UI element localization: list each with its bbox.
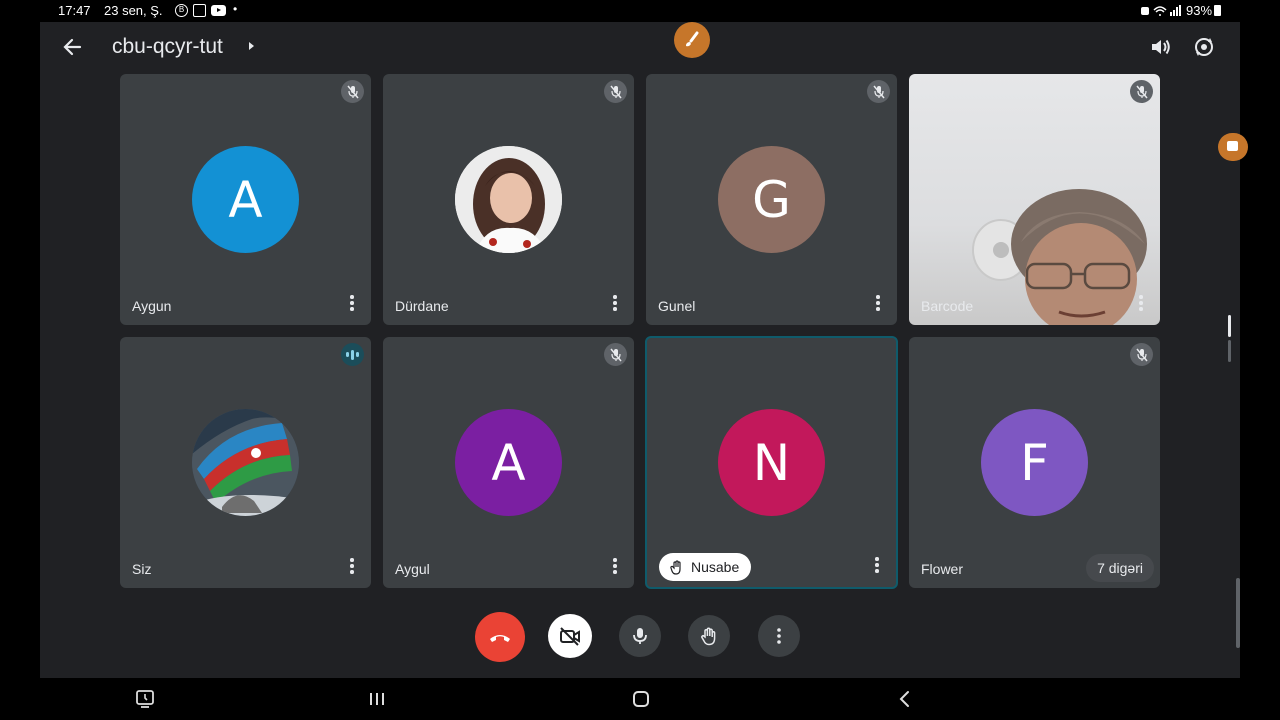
participant-tile[interactable]: A Aygul — [383, 337, 634, 588]
participant-menu-icon[interactable] — [1136, 295, 1146, 313]
self-tile[interactable]: Siz — [120, 337, 371, 588]
status-time: 17:47 — [58, 3, 91, 18]
mic-off-icon — [867, 80, 890, 103]
screenshot-icon — [136, 690, 154, 708]
avatar — [192, 409, 299, 516]
participant-tile[interactable]: Dürdane — [383, 74, 634, 325]
alarm-icon — [1141, 7, 1149, 15]
avatar: N — [718, 409, 825, 516]
participant-menu-icon[interactable] — [347, 558, 357, 576]
page-scrollbar[interactable] — [1236, 578, 1240, 648]
participant-tile-active[interactable]: N Nusabe — [645, 336, 898, 589]
brush-icon — [686, 31, 699, 47]
mic-off-icon — [1130, 343, 1153, 366]
youtube-notification-icon — [211, 5, 226, 16]
avatar: A — [192, 146, 299, 253]
participant-video-tile[interactable]: Barcode — [909, 74, 1160, 325]
participant-name: Aygun — [132, 298, 172, 314]
battery-percent: 93% — [1186, 3, 1213, 18]
chevron-left-icon — [899, 691, 909, 707]
participant-menu-icon[interactable] — [610, 558, 620, 576]
raised-hand-badge: Nusabe — [659, 553, 752, 581]
participant-menu-icon[interactable] — [873, 295, 883, 313]
notification-b-icon: B — [175, 4, 188, 17]
end-call-button[interactable] — [475, 612, 525, 662]
signal-icon — [1179, 5, 1181, 16]
avatar — [455, 146, 562, 253]
camera-feed — [972, 189, 1147, 325]
switch-camera-button[interactable] — [1191, 34, 1217, 60]
avatar: F — [981, 409, 1088, 516]
recent-screenshot-button[interactable] — [134, 688, 156, 710]
back-nav-button[interactable] — [894, 688, 916, 710]
more-notifications-icon: • — [233, 2, 238, 16]
participant-menu-icon[interactable] — [610, 295, 620, 313]
mic-icon — [633, 628, 647, 644]
wifi-icon — [1153, 6, 1167, 16]
screen-record-icon — [193, 4, 206, 17]
participant-tile[interactable]: A Aygun — [120, 74, 371, 325]
raise-hand-button[interactable] — [688, 615, 730, 657]
audio-output-button[interactable] — [1148, 34, 1174, 60]
avatar: G — [718, 146, 825, 253]
participant-name: Siz — [132, 561, 152, 577]
others-count-button[interactable]: 7 digəri — [1086, 554, 1154, 582]
raise-hand-icon — [701, 627, 716, 646]
scroll-indicator — [1228, 315, 1231, 337]
participant-name: Nusabe — [691, 559, 740, 575]
volume-icon — [1152, 39, 1170, 55]
home-icon — [633, 691, 649, 707]
participant-tile[interactable]: F Flower 7 digəri — [909, 337, 1160, 588]
meeting-title[interactable]: cbu-qcyr-tut — [112, 35, 223, 59]
back-button[interactable] — [60, 34, 86, 60]
raised-hand-icon — [670, 560, 681, 575]
mic-off-icon — [341, 80, 364, 103]
profile-photo-icon — [455, 146, 562, 253]
back-icon — [63, 38, 82, 56]
status-bar: 17:47 23 sen, Ş. B • 93% — [0, 0, 1280, 22]
mic-toggle-button[interactable] — [619, 615, 661, 657]
left-margin — [0, 22, 40, 678]
status-date: 23 sen, Ş. — [104, 3, 163, 18]
more-options-button[interactable] — [758, 615, 800, 657]
participant-name: Gunel — [658, 298, 696, 314]
end-call-icon — [490, 635, 510, 642]
participant-name: Barcode — [921, 298, 974, 314]
camera-toggle-button[interactable] — [548, 614, 592, 658]
profile-photo-icon — [192, 409, 299, 516]
camera-off-icon — [560, 627, 580, 646]
mic-off-icon — [1130, 80, 1153, 103]
battery-icon — [1214, 5, 1221, 16]
right-margin — [1240, 22, 1280, 678]
scroll-track — [1228, 340, 1231, 362]
recents-button[interactable] — [366, 688, 388, 710]
participant-name: Dürdane — [395, 298, 449, 314]
mic-off-icon — [604, 80, 627, 103]
meeting-info-caret-icon[interactable] — [249, 42, 254, 50]
participant-name: Flower — [921, 561, 964, 577]
connectivity-icons — [1140, 4, 1184, 17]
avatar: A — [455, 409, 562, 516]
speaking-indicator-icon — [341, 343, 364, 366]
effects-button[interactable] — [674, 22, 710, 58]
recents-icon — [370, 693, 384, 705]
participant-menu-icon[interactable] — [872, 557, 882, 575]
system-nav-bar — [0, 678, 1280, 720]
home-button[interactable] — [630, 688, 652, 710]
switch-camera-icon — [1195, 38, 1213, 56]
participant-tile[interactable]: G Gunel — [646, 74, 897, 325]
participant-menu-icon[interactable] — [347, 295, 357, 313]
mic-off-icon — [604, 343, 627, 366]
floating-youtube-button[interactable] — [1218, 133, 1248, 161]
more-options-icon — [777, 628, 781, 644]
participant-name: Aygul — [395, 561, 430, 577]
